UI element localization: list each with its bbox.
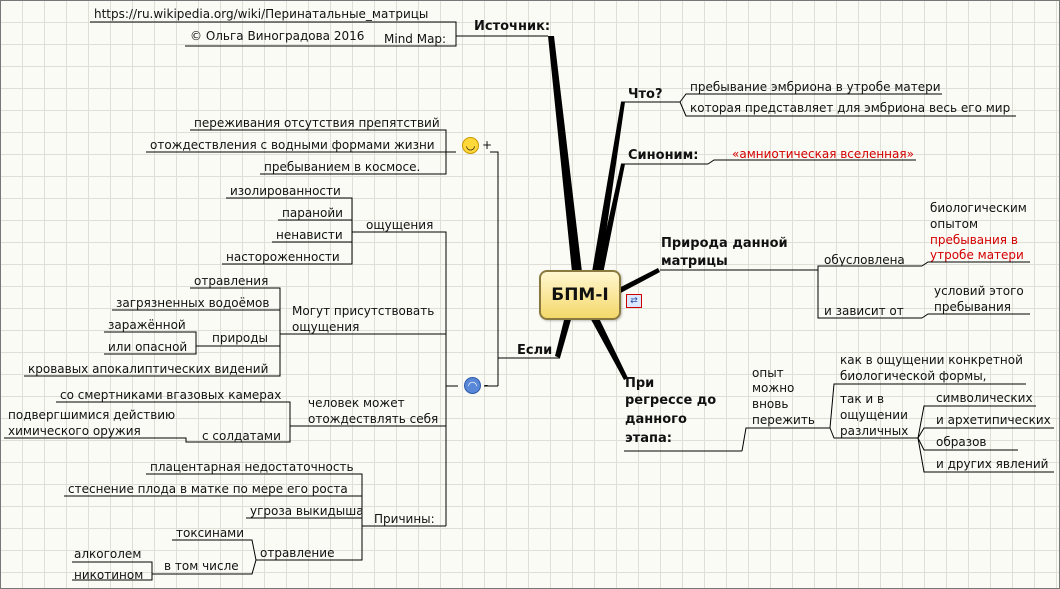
- if-title[interactable]: Если: [517, 342, 552, 359]
- infected-item[interactable]: заражённой: [108, 318, 186, 332]
- sensation-4[interactable]: настороженности: [226, 250, 340, 264]
- regress-exp-2: можно: [752, 381, 795, 395]
- nature-cond-1[interactable]: условий этого: [934, 284, 1024, 298]
- apocalyptic-item[interactable]: кровавых апокалиптических видений: [28, 362, 268, 376]
- sensations-label[interactable]: ощущения: [366, 218, 433, 232]
- identify-2: отождествлять себя: [308, 412, 439, 426]
- nature-bio-2: опытом: [930, 217, 979, 231]
- regress-exp-3: вновь: [752, 397, 789, 411]
- regress-also-3: различных: [840, 424, 909, 438]
- regress-title-4: этапа:: [625, 431, 672, 446]
- trunk-source: [548, 36, 582, 272]
- sensation-3[interactable]: ненависти: [276, 228, 343, 242]
- polluted-item[interactable]: загрязненных водоёмов: [116, 296, 269, 310]
- regress-exp-4: пережить: [752, 413, 815, 427]
- nature-depends[interactable]: и зависит от: [824, 304, 904, 318]
- nature-bio-3: пребывания в: [930, 233, 1018, 247]
- dangerous-item[interactable]: или опасной: [108, 340, 187, 354]
- center-topic[interactable]: БПМ-I: [539, 270, 621, 320]
- source-url[interactable]: https://ru.wikipedia.org/wiki/Перинаталь…: [94, 7, 428, 21]
- nature-bio-4: утробе матери: [930, 248, 1024, 262]
- plus-sign: +: [482, 138, 493, 152]
- regress-symbolic[interactable]: символических: [936, 391, 1033, 405]
- miscarriage-item[interactable]: угроза выкидыша: [250, 504, 364, 518]
- nature-bio-1[interactable]: биологическим: [930, 201, 1027, 215]
- mindmap-label: Mind Map:: [384, 32, 447, 46]
- regress-title-2: регрессе до: [625, 393, 717, 408]
- link-icon[interactable]: ⇄: [626, 294, 642, 308]
- what-line-1[interactable]: пребывание эмбриона в утробе матери: [690, 80, 941, 94]
- positive-item-1[interactable]: переживания отсутствия препятствий: [194, 116, 440, 130]
- nature-conditioned[interactable]: обусловлена: [824, 253, 905, 267]
- what-line-2[interactable]: которая представляет для эмбриона весь е…: [690, 101, 1010, 115]
- nature-title-1[interactable]: Природа данной: [661, 235, 788, 252]
- sad-face-icon: ◠: [464, 377, 481, 394]
- trunk-nature: [615, 268, 660, 296]
- nature-title-2[interactable]: матрицы: [661, 253, 728, 270]
- regress-title-1[interactable]: При: [625, 375, 654, 392]
- poisoning-item[interactable]: отравления: [194, 274, 268, 288]
- poison-item[interactable]: отравление: [260, 546, 334, 560]
- regress-exp-1[interactable]: опыт: [752, 366, 784, 380]
- causes-label[interactable]: Причины:: [374, 512, 435, 526]
- regress-also-2: ощущении: [840, 408, 908, 422]
- regress-other[interactable]: и других явлений: [936, 457, 1048, 471]
- nicotine-item[interactable]: никотином: [74, 568, 143, 582]
- regress-archetypal[interactable]: и архетипических: [936, 413, 1051, 427]
- gas-chambers-item[interactable]: со смертниками вгазовых камерах: [60, 388, 281, 402]
- soldiers-item[interactable]: с солдатами: [202, 429, 281, 443]
- synonym-title[interactable]: Синоним:: [628, 147, 698, 164]
- minus-sign: -: [484, 378, 489, 392]
- sensation-2[interactable]: паранойи: [282, 206, 343, 220]
- chemical-item-2: химического оружия: [8, 424, 141, 438]
- regress-as-2: биологической формы,: [840, 369, 987, 383]
- may-present-1[interactable]: Могут присутствовать: [292, 304, 434, 318]
- positive-item-2[interactable]: отождествления с водными формами жизни: [150, 138, 435, 152]
- constraint-item[interactable]: стеснение плода в матке по мере его рост…: [68, 482, 348, 496]
- mind-map: БПМ-I ⇄ Источник: https://ru.wikipedia.o…: [0, 0, 1060, 589]
- nature-item[interactable]: природы: [212, 331, 268, 345]
- toxins-item[interactable]: токсинами: [176, 526, 244, 540]
- placental-item[interactable]: плацентарная недостаточность: [150, 460, 354, 474]
- chemical-item-1[interactable]: подвергшимися действию: [8, 408, 175, 422]
- regress-also-1[interactable]: так и в: [840, 392, 884, 406]
- including-item[interactable]: в том числе: [164, 559, 239, 573]
- regress-title-3: данного: [625, 412, 687, 427]
- source-title[interactable]: Источник:: [474, 18, 550, 35]
- sensation-1[interactable]: изолированности: [230, 184, 341, 198]
- synonym-value[interactable]: «амниотическая вселенная»: [732, 147, 914, 161]
- regress-as-1[interactable]: как в ощущении конкретной: [840, 353, 1023, 367]
- nature-cond-2: пребывания: [934, 300, 1012, 314]
- alcohol-item[interactable]: алкоголем: [74, 547, 141, 561]
- may-present-2: ощущения: [292, 320, 360, 334]
- trunk-regress: [588, 312, 628, 380]
- what-title[interactable]: Что?: [628, 86, 663, 103]
- author-credit: © Ольга Виноградова 2016: [190, 29, 365, 43]
- positive-item-3[interactable]: пребыванием в космосе.: [264, 160, 420, 174]
- regress-images[interactable]: образов: [936, 435, 987, 449]
- identify-1[interactable]: человек может: [308, 396, 405, 410]
- happy-face-icon: ◡: [462, 137, 479, 154]
